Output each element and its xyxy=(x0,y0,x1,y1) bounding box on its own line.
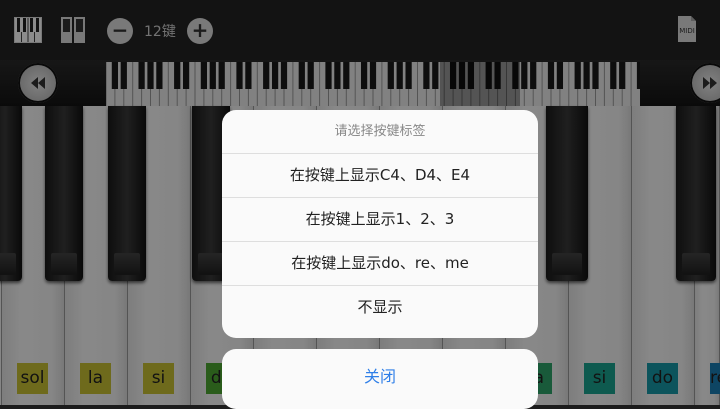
option-show-solfege[interactable]: 在按键上显示do、re、me xyxy=(222,242,538,286)
key-label-dialog: 请选择按键标签 在按键上显示C4、D4、E4 在按键上显示1、2、3 在按键上显… xyxy=(222,110,538,338)
option-hide-labels[interactable]: 不显示 xyxy=(222,286,538,329)
close-label: 关闭 xyxy=(363,367,396,386)
close-button[interactable]: 关闭 xyxy=(222,349,538,409)
option-show-note-names[interactable]: 在按键上显示C4、D4、E4 xyxy=(222,154,538,198)
dialog-title: 请选择按键标签 xyxy=(222,110,538,154)
option-show-numbers[interactable]: 在按键上显示1、2、3 xyxy=(222,198,538,242)
